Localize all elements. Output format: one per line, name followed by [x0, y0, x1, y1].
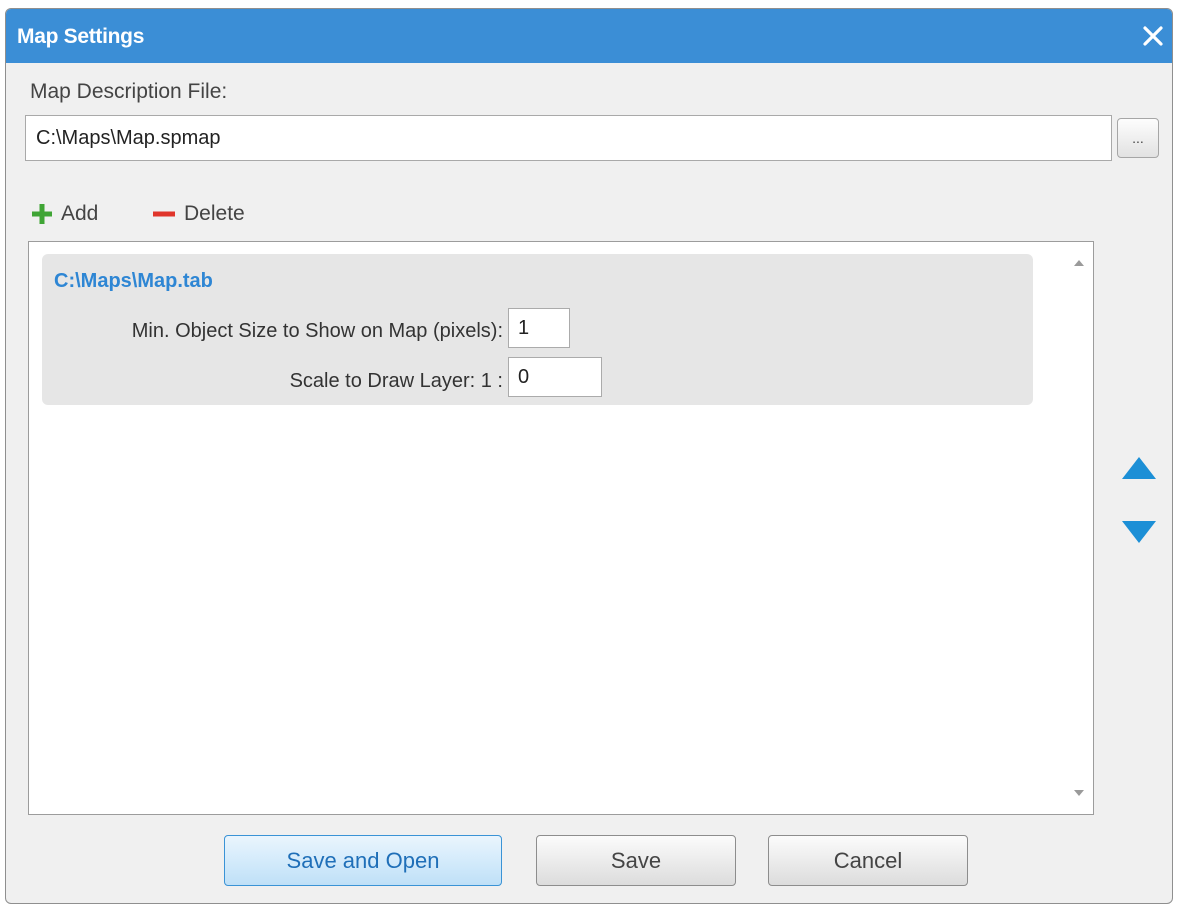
- minus-icon: [153, 211, 175, 217]
- scroll-down-arrow-icon[interactable]: [1074, 790, 1084, 796]
- move-down-button[interactable]: [1122, 521, 1156, 543]
- scroll-up-arrow-icon[interactable]: [1074, 260, 1084, 266]
- map-settings-dialog: Map Settings Map Description File: ... A…: [5, 8, 1173, 904]
- layer-name: C:\Maps\Map.tab: [54, 270, 213, 292]
- move-up-button[interactable]: [1122, 457, 1156, 479]
- delete-label: Delete: [184, 202, 245, 225]
- save-button[interactable]: Save: [536, 835, 736, 886]
- cancel-button[interactable]: Cancel: [768, 835, 968, 886]
- close-icon: [1143, 26, 1163, 46]
- layer-item[interactable]: C:\Maps\Map.tab Min. Object Size to Show…: [42, 254, 1033, 405]
- add-label: Add: [61, 202, 99, 225]
- vertical-scrollbar[interactable]: [1065, 242, 1093, 814]
- plus-icon: [32, 204, 52, 224]
- min-object-size-label: Min. Object Size to Show on Map (pixels)…: [131, 320, 503, 342]
- close-button[interactable]: [1138, 21, 1168, 51]
- delete-button[interactable]: Delete: [152, 199, 245, 229]
- title-bar: Map Settings: [6, 9, 1172, 63]
- browse-button[interactable]: ...: [1117, 118, 1159, 158]
- map-description-file-input[interactable]: [25, 115, 1112, 161]
- min-object-size-input[interactable]: [508, 308, 570, 348]
- scale-input[interactable]: [508, 357, 602, 397]
- layer-list[interactable]: C:\Maps\Map.tab Min. Object Size to Show…: [28, 241, 1094, 815]
- dialog-title: Map Settings: [17, 25, 145, 48]
- scale-label: Scale to Draw Layer: 1 :: [289, 370, 503, 392]
- map-description-file-label: Map Description File:: [30, 80, 228, 103]
- add-button[interactable]: Add: [31, 199, 98, 229]
- save-and-open-button[interactable]: Save and Open: [224, 835, 502, 886]
